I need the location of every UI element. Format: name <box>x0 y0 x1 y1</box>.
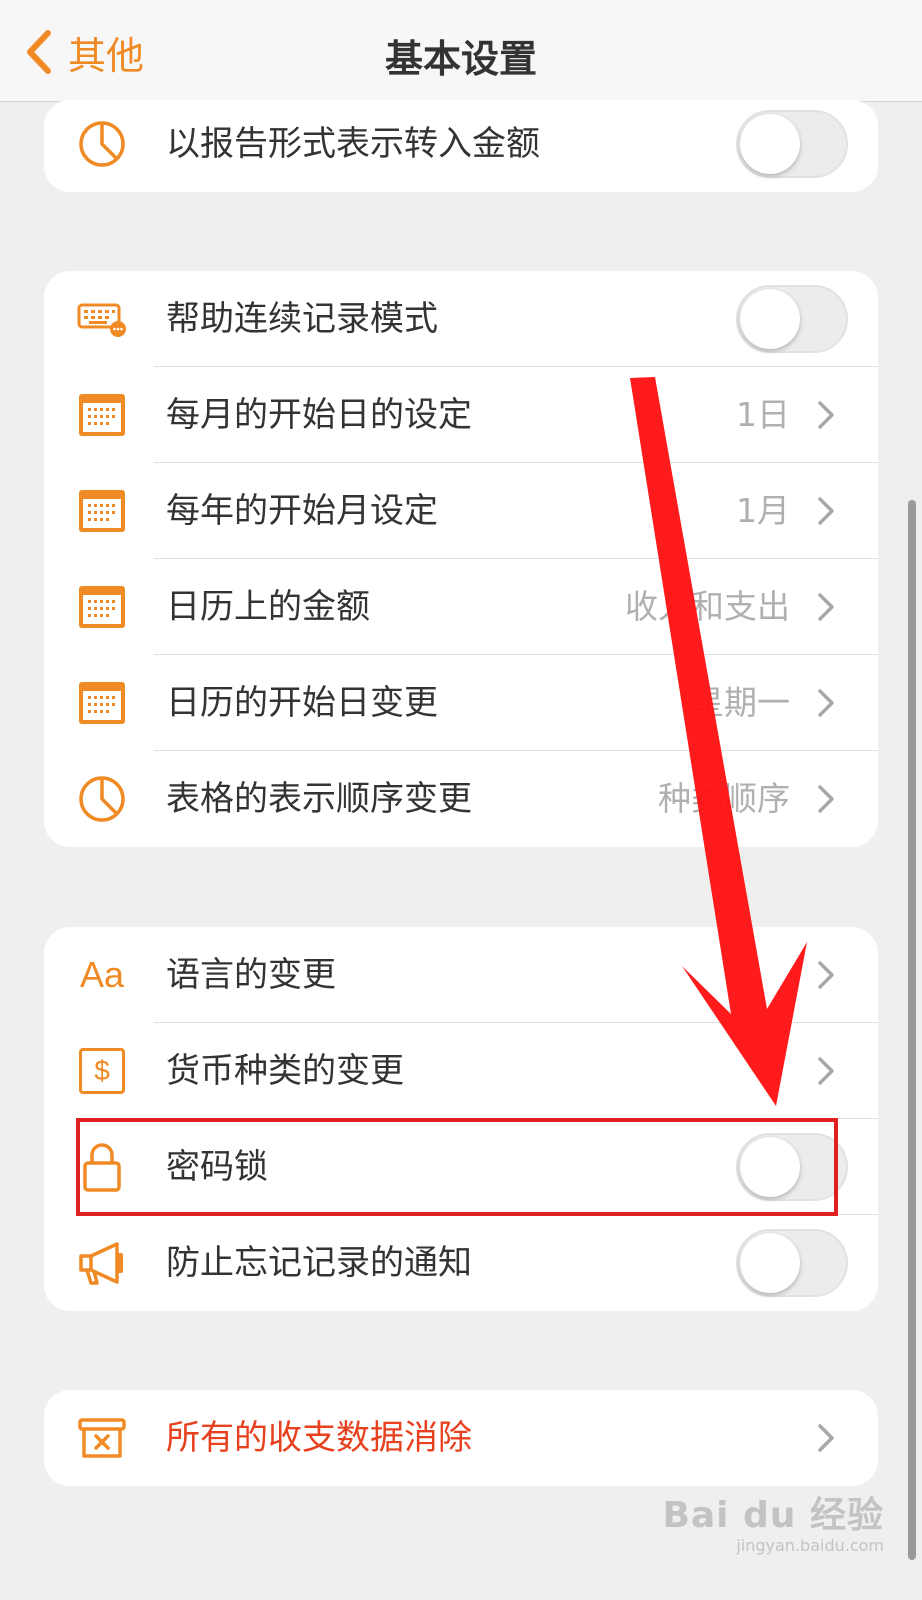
setting-row-continuous-record: 帮助连续记录模式 <box>44 271 878 367</box>
setting-label: 防止忘记记录的通知 <box>166 1243 472 1283</box>
watermark-sub: jingyan.baidu.com <box>736 1536 884 1555</box>
setting-row-calendar-amount[interactable]: 日历上的金额 收入和支出 <box>44 559 878 655</box>
watermark: Bai du 经验 jingyan.baidu.com <box>662 1486 884 1555</box>
setting-row-passcode-lock: 密码锁 <box>44 1119 878 1215</box>
megaphone-icon <box>76 1237 128 1289</box>
keyboard-icon <box>76 293 128 345</box>
reminder-toggle[interactable] <box>736 1229 848 1297</box>
setting-row-calendar-start-day[interactable]: 日历的开始日变更 星期一 <box>44 655 878 751</box>
navigation-bar: 其他 基本设置 <box>0 0 922 102</box>
settings-group-general: 帮助连续记录模式 每月的开始日的设定 1日 每年的开始月设定 1月 日历上的金额… <box>44 271 878 847</box>
setting-label: 帮助连续记录模式 <box>166 299 438 339</box>
toggle-knob <box>740 1233 800 1293</box>
calendar-icon <box>76 581 128 633</box>
chevron-right-icon <box>818 689 834 717</box>
setting-row-reminder: 防止忘记记录的通知 <box>44 1215 878 1311</box>
currency-icon: $ <box>76 1045 128 1097</box>
passcode-lock-toggle[interactable] <box>736 1133 848 1201</box>
setting-label: 语言的变更 <box>166 955 336 995</box>
scrollbar[interactable] <box>908 500 916 1560</box>
setting-label: 表格的表示顺序变更 <box>166 779 472 819</box>
setting-label: 以报告形式表示转入金额 <box>166 124 540 164</box>
chevron-right-icon <box>818 785 834 813</box>
settings-group-danger: 所有的收支数据消除 <box>44 1390 878 1486</box>
setting-row-month-start-day[interactable]: 每月的开始日的设定 1日 <box>44 367 878 463</box>
setting-row-table-order[interactable]: 表格的表示顺序变更 种类顺序 <box>44 751 878 847</box>
toggle-knob <box>740 289 800 349</box>
pie-chart-icon <box>76 773 128 825</box>
setting-row-report-transfer: 以报告形式表示转入金额 <box>44 100 878 192</box>
watermark-main: Bai du 经验 <box>662 1495 884 1536</box>
settings-group-security: Aa 语言的变更 $ 货币种类的变更 密码锁 防止忘记记录的通知 <box>44 927 878 1311</box>
chevron-right-icon <box>818 1424 834 1452</box>
chevron-right-icon <box>818 961 834 989</box>
chevron-right-icon <box>818 401 834 429</box>
lock-icon <box>76 1141 128 1193</box>
language-icon: Aa <box>79 954 125 995</box>
calendar-icon <box>76 389 128 441</box>
settings-group-report: 以报告形式表示转入金额 <box>44 100 878 192</box>
setting-value: 1月 <box>736 491 790 530</box>
page-title: 基本设置 <box>384 37 537 81</box>
setting-row-year-start-month[interactable]: 每年的开始月设定 1月 <box>44 463 878 559</box>
toggle-knob <box>740 1137 800 1197</box>
setting-row-delete-all-data[interactable]: 所有的收支数据消除 <box>44 1390 878 1486</box>
setting-label: 日历的开始日变更 <box>166 683 438 723</box>
toggle-knob <box>740 114 800 174</box>
calendar-icon <box>76 485 128 537</box>
pie-chart-icon <box>76 118 128 170</box>
setting-value: 1日 <box>736 395 790 434</box>
setting-label: 日历上的金额 <box>166 587 370 627</box>
setting-label: 货币种类的变更 <box>166 1051 404 1091</box>
setting-row-language[interactable]: Aa 语言的变更 <box>44 927 878 1023</box>
chevron-right-icon <box>818 1057 834 1085</box>
setting-value: 种类顺序 <box>658 779 790 818</box>
trash-box-icon <box>76 1412 128 1464</box>
setting-value: 星期一 <box>691 683 790 722</box>
setting-label: 所有的收支数据消除 <box>166 1418 472 1458</box>
setting-value: 收入和支出 <box>625 587 790 626</box>
continuous-record-toggle[interactable] <box>736 285 848 353</box>
setting-label: 每月的开始日的设定 <box>166 395 472 435</box>
setting-label: 密码锁 <box>166 1147 268 1187</box>
report-transfer-toggle[interactable] <box>736 110 848 178</box>
setting-label: 每年的开始月设定 <box>166 491 438 531</box>
calendar-icon <box>76 677 128 729</box>
chevron-right-icon <box>818 593 834 621</box>
chevron-right-icon <box>818 497 834 525</box>
setting-row-currency[interactable]: $ 货币种类的变更 <box>44 1023 878 1119</box>
